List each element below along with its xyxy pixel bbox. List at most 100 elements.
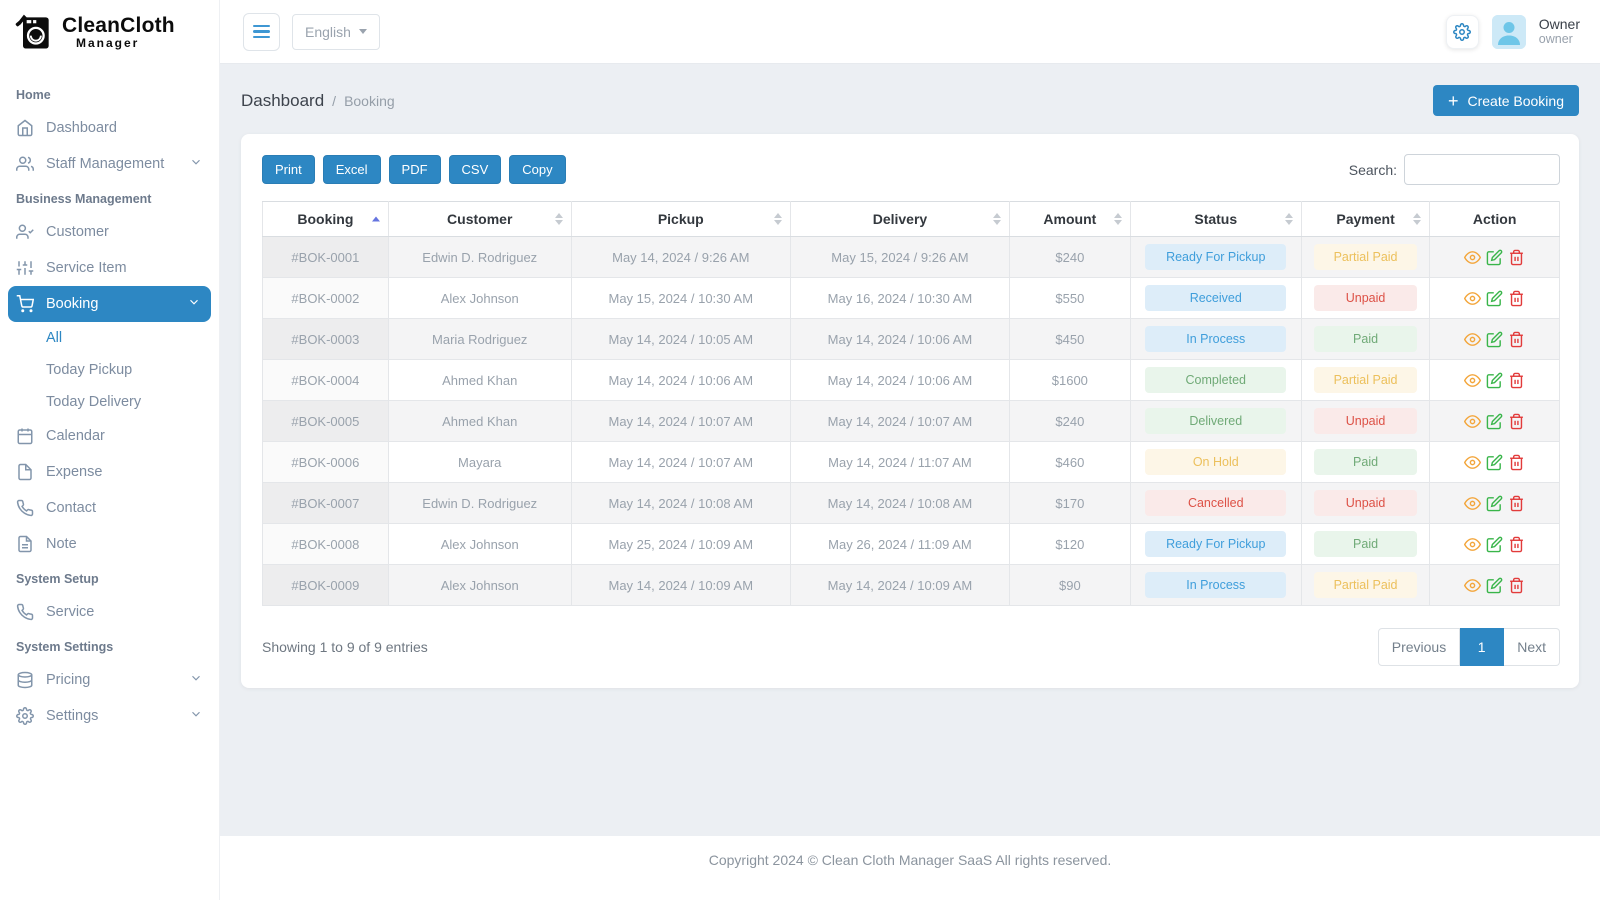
status-badge: Ready For Pickup <box>1145 531 1286 557</box>
column-header-pickup[interactable]: Pickup <box>571 202 790 237</box>
print-button[interactable]: Print <box>262 155 315 184</box>
cell-delivery: May 14, 2024 / 10:06 AM <box>790 319 1009 360</box>
cell-customer: Ahmed Khan <box>388 360 571 401</box>
view-button[interactable] <box>1464 372 1481 389</box>
table-row[interactable]: #BOK-0009 Alex Johnson May 14, 2024 / 10… <box>263 565 1560 606</box>
sidebar-item-expense[interactable]: Expense <box>0 454 219 490</box>
sidebar-item-service-item[interactable]: Service Item <box>0 250 219 286</box>
gear-icon <box>16 707 34 725</box>
table-row[interactable]: #BOK-0001 Edwin D. Rodriguez May 14, 202… <box>263 237 1560 278</box>
pagination: Previous 1 Next <box>1378 628 1560 666</box>
sidebar-subitem-today-delivery[interactable]: Today Delivery <box>0 386 219 418</box>
brand-logo[interactable]: CleanCloth Manager <box>0 0 219 64</box>
view-button[interactable] <box>1464 577 1481 594</box>
edit-button[interactable] <box>1486 290 1503 307</box>
eye-icon <box>1464 413 1481 430</box>
nav-heading-system-settings: System Settings <box>0 630 219 662</box>
cell-delivery: May 15, 2024 / 9:26 AM <box>790 237 1009 278</box>
caret-down-icon <box>359 29 367 34</box>
delete-button[interactable] <box>1508 413 1525 430</box>
table-row[interactable]: #BOK-0004 Ahmed Khan May 14, 2024 / 10:0… <box>263 360 1560 401</box>
edit-button[interactable] <box>1486 577 1503 594</box>
cell-pickup: May 15, 2024 / 10:30 AM <box>571 278 790 319</box>
csv-button[interactable]: CSV <box>449 155 502 184</box>
delete-button[interactable] <box>1508 536 1525 553</box>
cell-pickup: May 14, 2024 / 10:07 AM <box>571 442 790 483</box>
delete-button[interactable] <box>1508 290 1525 307</box>
delete-button[interactable] <box>1508 454 1525 471</box>
cell-amount: $450 <box>1010 319 1131 360</box>
view-button[interactable] <box>1464 454 1481 471</box>
cell-customer: Ahmed Khan <box>388 401 571 442</box>
cell-booking: #BOK-0004 <box>263 360 389 401</box>
table-row[interactable]: #BOK-0007 Edwin D. Rodriguez May 14, 202… <box>263 483 1560 524</box>
sidebar-item-booking[interactable]: Booking <box>8 286 211 322</box>
sidebar-nav: Home Dashboard Staff Management Business… <box>0 64 219 744</box>
column-header-payment[interactable]: Payment <box>1301 202 1429 237</box>
sidebar-item-dashboard[interactable]: Dashboard <box>0 110 219 146</box>
eye-icon <box>1464 249 1481 266</box>
column-header-customer[interactable]: Customer <box>388 202 571 237</box>
avatar[interactable] <box>1492 15 1526 49</box>
table-row[interactable]: #BOK-0008 Alex Johnson May 25, 2024 / 10… <box>263 524 1560 565</box>
page-number-button[interactable]: 1 <box>1460 628 1504 666</box>
pdf-button[interactable]: PDF <box>389 155 441 184</box>
cell-pickup: May 14, 2024 / 10:08 AM <box>571 483 790 524</box>
edit-button[interactable] <box>1486 413 1503 430</box>
sidebar-item-label: Expense <box>46 464 102 480</box>
sidebar-subitem-all[interactable]: All <box>0 322 219 354</box>
view-button[interactable] <box>1464 290 1481 307</box>
excel-button[interactable]: Excel <box>323 155 381 184</box>
sidebar-toggle-button[interactable] <box>243 13 280 51</box>
table-row[interactable]: #BOK-0003 Maria Rodriguez May 14, 2024 /… <box>263 319 1560 360</box>
chevron-down-icon <box>189 155 203 173</box>
sidebar-item-staff-management[interactable]: Staff Management <box>0 146 219 182</box>
view-button[interactable] <box>1464 413 1481 430</box>
sidebar-item-service[interactable]: Service <box>0 594 219 630</box>
note-icon <box>16 535 34 553</box>
delete-button[interactable] <box>1508 331 1525 348</box>
copy-button[interactable]: Copy <box>509 155 565 184</box>
delete-button[interactable] <box>1508 372 1525 389</box>
edit-button[interactable] <box>1486 536 1503 553</box>
view-button[interactable] <box>1464 536 1481 553</box>
sidebar-item-pricing[interactable]: Pricing <box>0 662 219 698</box>
sidebar-item-calendar[interactable]: Calendar <box>0 418 219 454</box>
column-header-delivery[interactable]: Delivery <box>790 202 1009 237</box>
edit-button[interactable] <box>1486 495 1503 512</box>
view-button[interactable] <box>1464 331 1481 348</box>
view-button[interactable] <box>1464 249 1481 266</box>
delete-button[interactable] <box>1508 577 1525 594</box>
search-input[interactable] <box>1404 154 1560 185</box>
edit-button[interactable] <box>1486 331 1503 348</box>
settings-button[interactable] <box>1446 15 1479 49</box>
previous-page-button[interactable]: Previous <box>1378 628 1460 666</box>
table-row[interactable]: #BOK-0002 Alex Johnson May 15, 2024 / 10… <box>263 278 1560 319</box>
sidebar-subitem-today-pickup[interactable]: Today Pickup <box>0 354 219 386</box>
column-header-status[interactable]: Status <box>1130 202 1301 237</box>
edit-button[interactable] <box>1486 372 1503 389</box>
view-button[interactable] <box>1464 495 1481 512</box>
column-header-booking[interactable]: Booking <box>263 202 389 237</box>
delete-button[interactable] <box>1508 249 1525 266</box>
cell-delivery: May 14, 2024 / 11:07 AM <box>790 442 1009 483</box>
language-selector[interactable]: English <box>292 14 380 50</box>
sidebar-item-settings[interactable]: Settings <box>0 698 219 734</box>
next-page-button[interactable]: Next <box>1504 628 1560 666</box>
edit-button[interactable] <box>1486 249 1503 266</box>
column-header-amount[interactable]: Amount <box>1010 202 1131 237</box>
eye-icon <box>1464 331 1481 348</box>
user-info[interactable]: Owner owner <box>1539 16 1580 46</box>
sort-ascending-icon <box>372 217 380 222</box>
trash-icon <box>1508 454 1525 471</box>
edit-button[interactable] <box>1486 454 1503 471</box>
sidebar-item-customer[interactable]: Customer <box>0 214 219 250</box>
table-row[interactable]: #BOK-0006 Mayara May 14, 2024 / 10:07 AM… <box>263 442 1560 483</box>
delete-button[interactable] <box>1508 495 1525 512</box>
sidebar-item-note[interactable]: Note <box>0 526 219 562</box>
sidebar-item-contact[interactable]: Contact <box>0 490 219 526</box>
edit-icon <box>1486 413 1503 430</box>
breadcrumb-dashboard[interactable]: Dashboard <box>241 91 324 111</box>
create-booking-button[interactable]: + Create Booking <box>1433 85 1579 116</box>
table-row[interactable]: #BOK-0005 Ahmed Khan May 14, 2024 / 10:0… <box>263 401 1560 442</box>
